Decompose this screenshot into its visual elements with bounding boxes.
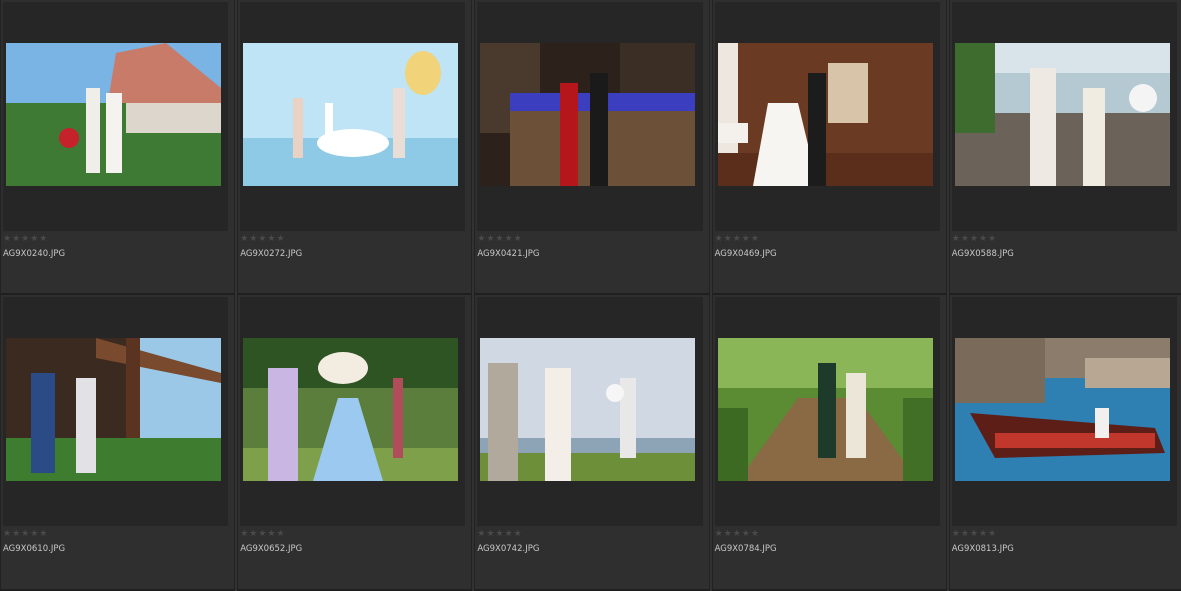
filename-label: AG9X0240.JPG xyxy=(3,249,66,259)
thumbnail-cell[interactable]: ★★★★★ AG9X0784.JPG xyxy=(711,295,947,591)
thumbnail-cell[interactable]: ★★★★★ AG9X0742.JPG xyxy=(474,295,710,591)
thumbnail-image[interactable] xyxy=(243,43,459,186)
thumbnail-cell[interactable]: ★★★★★ AG9X0610.JPG xyxy=(0,295,236,591)
thumbnail-image[interactable] xyxy=(6,43,221,186)
rating-stars[interactable]: ★★★★★ xyxy=(952,234,997,244)
filename-label: AG9X0742.JPG xyxy=(477,544,540,554)
thumbnail-cell[interactable]: ★★★★★ AG9X0421.JPG xyxy=(474,0,710,295)
thumbnail-image[interactable] xyxy=(480,338,696,481)
thumbnail-image[interactable] xyxy=(480,43,696,186)
rating-stars[interactable]: ★★★★★ xyxy=(952,529,997,539)
rating-stars[interactable]: ★★★★★ xyxy=(715,529,760,539)
thumbnail-grid: ★★★★★ AG9X0240.JPG ★★★★★ AG9X0272.JPG ★★… xyxy=(0,0,1181,591)
thumbnail-image[interactable] xyxy=(717,43,933,186)
thumbnail-cell[interactable]: ★★★★★ AG9X0652.JPG xyxy=(237,295,473,591)
thumbnail-cell[interactable]: ★★★★★ AG9X0588.JPG xyxy=(948,0,1181,295)
thumbnail-cell[interactable]: ★★★★★ AG9X0240.JPG xyxy=(0,0,236,295)
filename-label: AG9X0588.JPG xyxy=(951,249,1014,259)
filename-label: AG9X0421.JPG xyxy=(477,249,540,259)
rating-stars[interactable]: ★★★★★ xyxy=(477,529,522,539)
rating-stars[interactable]: ★★★★★ xyxy=(240,529,285,539)
thumbnail-image[interactable] xyxy=(717,338,933,481)
rating-stars[interactable]: ★★★★★ xyxy=(3,234,48,244)
thumbnail-image[interactable] xyxy=(954,338,1170,481)
thumbnail-cell[interactable]: ★★★★★ AG9X0272.JPG xyxy=(237,0,473,295)
thumbnail-cell[interactable]: ★★★★★ AG9X0469.JPG xyxy=(711,0,947,295)
rating-stars[interactable]: ★★★★★ xyxy=(477,234,522,244)
thumbnail-image[interactable] xyxy=(954,43,1170,186)
filename-label: AG9X0610.JPG xyxy=(3,544,66,554)
filename-label: AG9X0272.JPG xyxy=(240,249,303,259)
thumbnail-cell[interactable]: ★★★★★ AG9X0813.JPG xyxy=(948,295,1181,591)
rating-stars[interactable]: ★★★★★ xyxy=(3,529,48,539)
filename-label: AG9X0469.JPG xyxy=(714,249,777,259)
filename-label: AG9X0652.JPG xyxy=(240,544,303,554)
rating-stars[interactable]: ★★★★★ xyxy=(240,234,285,244)
thumbnail-image[interactable] xyxy=(6,338,221,481)
filename-label: AG9X0813.JPG xyxy=(951,544,1014,554)
rating-stars[interactable]: ★★★★★ xyxy=(715,234,760,244)
filename-label: AG9X0784.JPG xyxy=(714,544,777,554)
thumbnail-image[interactable] xyxy=(243,338,459,481)
